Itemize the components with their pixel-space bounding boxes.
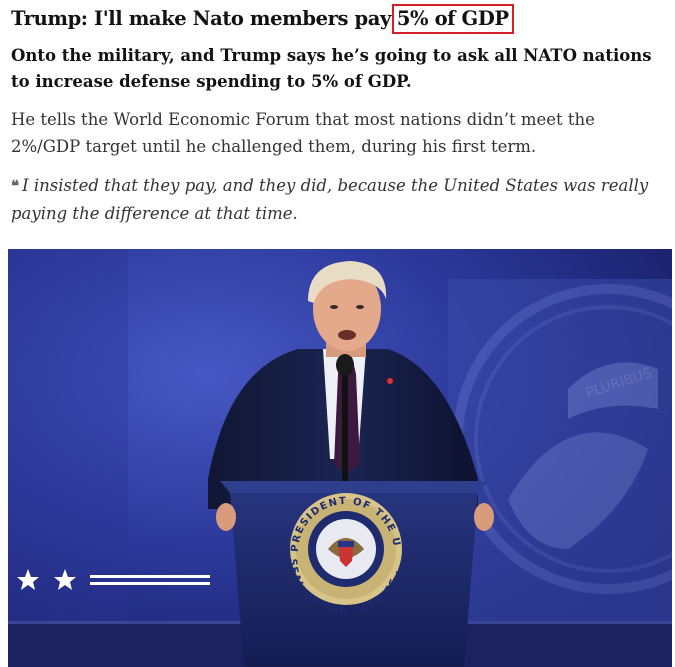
highlighted-phrase: 5% of GDP xyxy=(391,4,514,34)
quote-mark-icon: ❝ xyxy=(11,177,20,195)
quote-text: I insisted that they pay, and they did, … xyxy=(11,176,649,223)
headline: Trump: I'll make Nato members pay 5% of G… xyxy=(11,4,514,34)
podium-photo-illustration: PLURIBUS PRESIDENT OF THE U SEAL OF THE … xyxy=(8,249,672,667)
body-paragraph: He tells the World Economic Forum that m… xyxy=(11,110,595,156)
headline-text: Trump: I'll make Nato members pay xyxy=(11,7,391,30)
article-photo: PLURIBUS PRESIDENT OF THE U SEAL OF THE … xyxy=(8,249,672,667)
backdrop-seal: PLURIBUS xyxy=(448,279,672,639)
pull-quote: ❝ I insisted that they pay, and they did,… xyxy=(11,172,671,227)
standfirst: Onto the military, and Trump says he’s g… xyxy=(11,46,652,91)
